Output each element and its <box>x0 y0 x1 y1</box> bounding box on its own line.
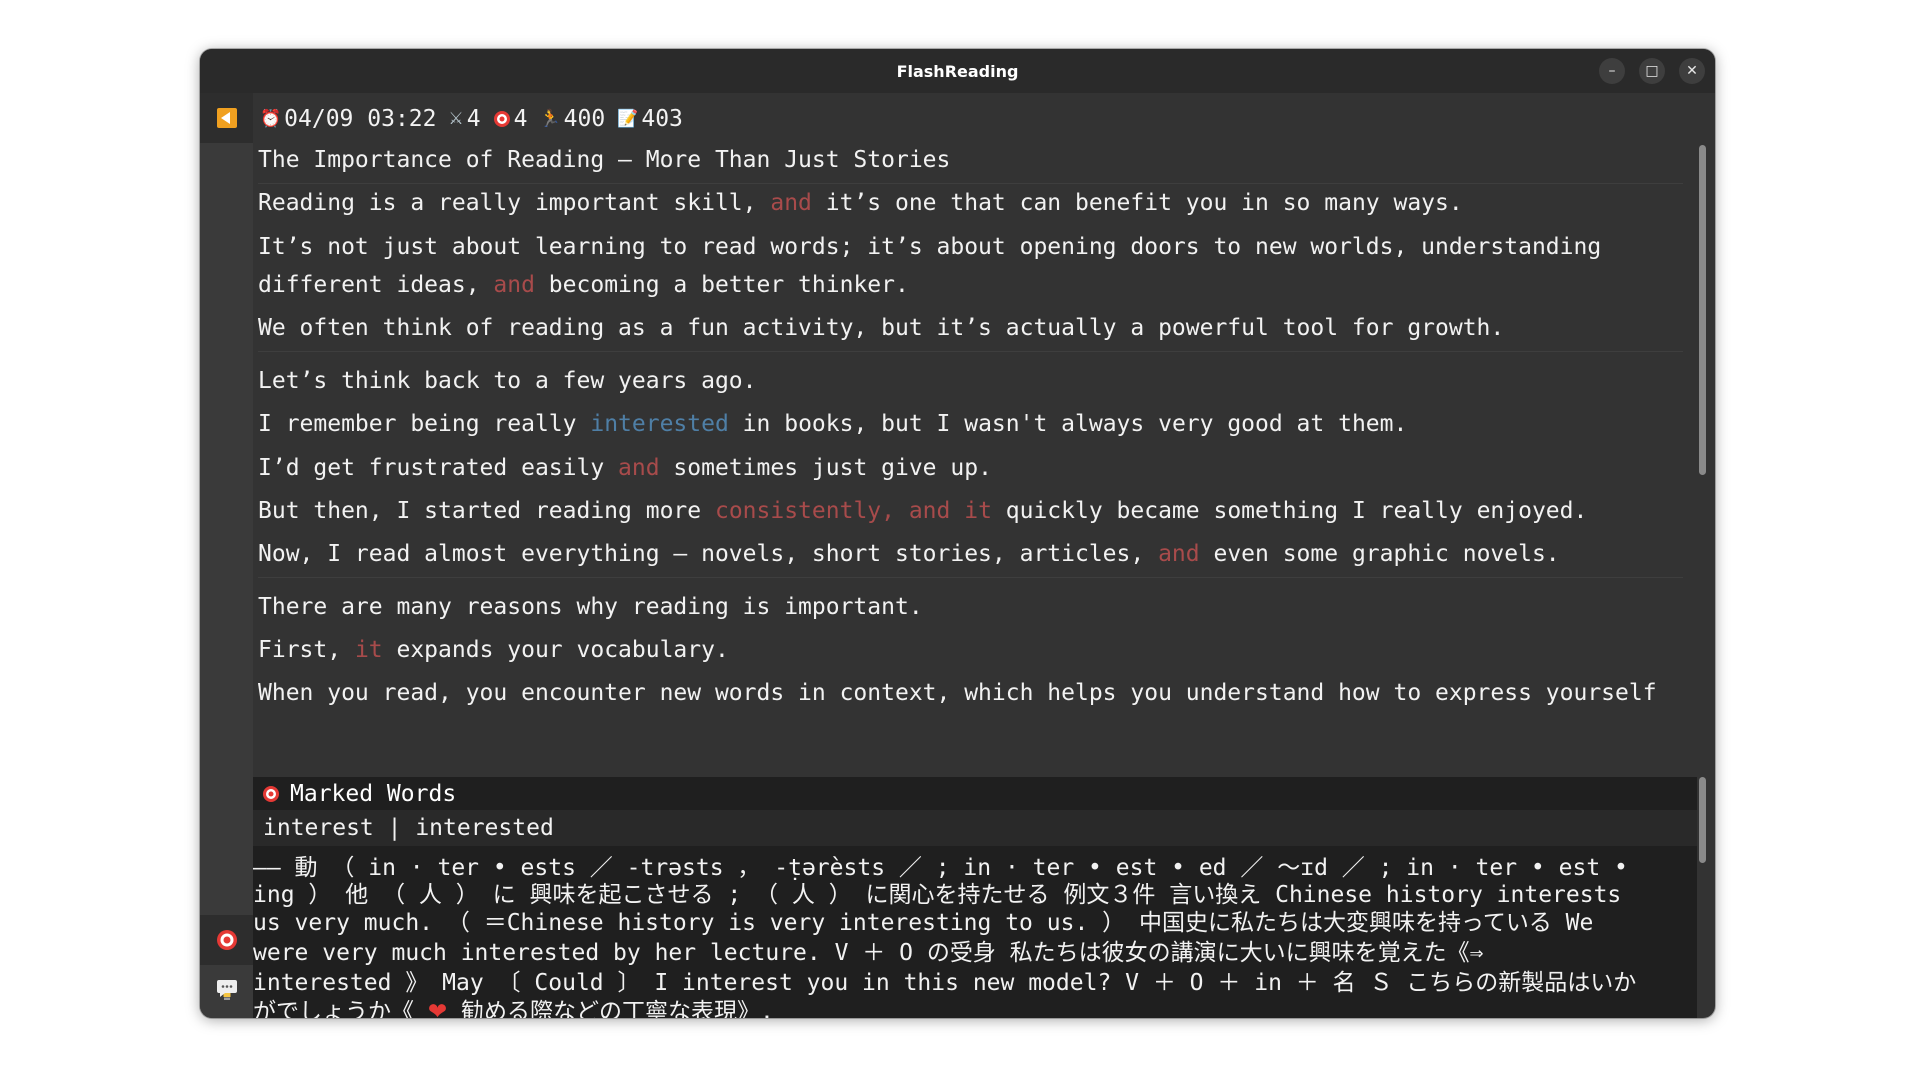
text-line[interactable]: I’d get frustrated easily and sometimes … <box>258 455 992 481</box>
chat-button[interactable] <box>200 964 253 1014</box>
text-line[interactable]: different ideas, and becoming a better t… <box>258 272 909 298</box>
text-span: Now, I read almost everything – novels, … <box>258 541 1159 567</box>
maximize-button[interactable]: □ <box>1639 58 1665 84</box>
target-icon <box>216 930 237 950</box>
text-span: expands your vocabulary. <box>382 637 729 663</box>
marked-words-button[interactable] <box>200 915 253 965</box>
highlight-word[interactable]: and <box>1158 541 1200 567</box>
definition-panel[interactable]: —— 動 （ in · ter • ests ／ -trəsts ， -ṭərè… <box>253 846 1697 1018</box>
datetime-value: 04/09 03:22 <box>284 106 437 132</box>
text-span: quickly became something I really enjoye… <box>991 498 1588 524</box>
sidebar <box>200 93 253 1018</box>
definition-line: us very much. （ ＝Chinese history is very… <box>253 910 1594 936</box>
text-line[interactable]: When you read, you encounter new words i… <box>258 680 1657 706</box>
heart-icon: ❤ <box>427 999 448 1018</box>
text-span: がでしょうか《 <box>253 999 428 1018</box>
minimize-button[interactable]: – <box>1599 58 1625 84</box>
memo-icon: 📝 <box>617 109 639 129</box>
highlight-word[interactable]: and <box>618 455 660 481</box>
text-span: I remember being really <box>258 411 591 437</box>
text-span: Reading is a really important skill, <box>258 190 771 216</box>
swords-value: 4 <box>466 106 481 132</box>
text-line[interactable]: Now, I read almost everything – novels, … <box>258 541 1560 567</box>
stats-bar: ⏰ 04/09 03:22 ⚔ 4 4 🏃 400 📝 403 <box>260 104 695 134</box>
speed-stat: 🏃 400 <box>539 106 605 132</box>
reading-area[interactable]: The Importance of Reading – More Than Ju… <box>253 140 1697 777</box>
running-icon: 🏃 <box>539 109 561 129</box>
marked-word-entry[interactable]: interest | interested <box>253 810 1697 846</box>
text-span: First, <box>258 637 355 663</box>
back-arrow-icon <box>216 108 237 128</box>
target-stat: 4 <box>493 106 528 132</box>
highlight-phrase[interactable]: consistently, and it <box>715 498 992 524</box>
text-span: it’s one that can benefit you in so many… <box>811 190 1463 216</box>
text-span: in books, but I wasn't always very good … <box>728 411 1408 437</box>
speech-bubble-icon <box>216 980 237 997</box>
app-window: FlashReading – □ ✕ ⏰ 04/09 03:22 ⚔ 4 4 🏃… <box>200 49 1715 1018</box>
reader-scroll-thumb[interactable] <box>1699 145 1706 475</box>
text-line[interactable]: There are many reasons why reading is im… <box>258 594 923 620</box>
close-button[interactable]: ✕ <box>1679 58 1705 84</box>
target-icon <box>263 785 279 802</box>
window-controls: – □ ✕ <box>1599 58 1705 84</box>
paragraph-divider <box>258 577 1683 578</box>
text-line[interactable]: But then, I started reading more consist… <box>258 498 1587 524</box>
speed-value: 400 <box>563 106 606 132</box>
text-line[interactable]: We often think of reading as a fun activ… <box>258 315 1504 341</box>
text-line[interactable]: I remember being really interested in bo… <box>258 411 1407 437</box>
highlight-word[interactable]: it <box>355 637 383 663</box>
back-button[interactable] <box>200 93 253 143</box>
paragraph-divider <box>258 183 1683 184</box>
datetime-stat: ⏰ 04/09 03:22 <box>260 106 437 132</box>
paragraph-divider <box>258 351 1683 352</box>
title-bar[interactable]: FlashReading – □ ✕ <box>200 49 1715 93</box>
highlight-word[interactable]: and <box>770 190 812 216</box>
highlight-word[interactable]: and <box>493 272 535 298</box>
text-line[interactable]: Let’s think back to a few years ago. <box>258 368 757 394</box>
text-span: sometimes just give up. <box>659 455 992 481</box>
definition-scroll-thumb[interactable] <box>1699 777 1706 863</box>
swords-stat: ⚔ 4 <box>449 106 481 132</box>
scrollbar[interactable] <box>1697 145 1707 997</box>
notes-stat: 📝 403 <box>617 106 683 132</box>
alarm-clock-icon: ⏰ <box>260 109 282 129</box>
text-span: But then, I started reading more <box>258 498 715 524</box>
marked-word[interactable]: interested <box>590 411 728 437</box>
text-span: becoming a better thinker. <box>534 272 909 298</box>
text-span: 勧める際などの丁寧な表現》. <box>447 999 774 1018</box>
target-icon <box>493 111 510 127</box>
marked-words-header: Marked Words <box>253 777 1697 810</box>
marked-words-title: Marked Words <box>290 780 457 807</box>
text-line[interactable]: It’s not just about learning to read wor… <box>258 234 1601 260</box>
text-line[interactable]: Reading is a really important skill, and… <box>258 190 1463 216</box>
crossed-swords-icon: ⚔ <box>448 109 464 129</box>
definition-line: がでしょうか《 ❤ 勧める際などの丁寧な表現》. <box>253 992 774 1018</box>
text-span: different ideas, <box>258 272 494 298</box>
text-line[interactable]: First, it expands your vocabulary. <box>258 637 729 663</box>
target-value: 4 <box>513 106 528 132</box>
text-span: even some graphic novels. <box>1199 541 1560 567</box>
window-title: FlashReading <box>896 61 1019 81</box>
document-title: The Importance of Reading – More Than Ju… <box>258 147 951 173</box>
text-span: I’d get frustrated easily <box>258 455 619 481</box>
notes-value: 403 <box>641 106 683 132</box>
definition-line: were very much interested by her lecture… <box>253 940 1484 966</box>
